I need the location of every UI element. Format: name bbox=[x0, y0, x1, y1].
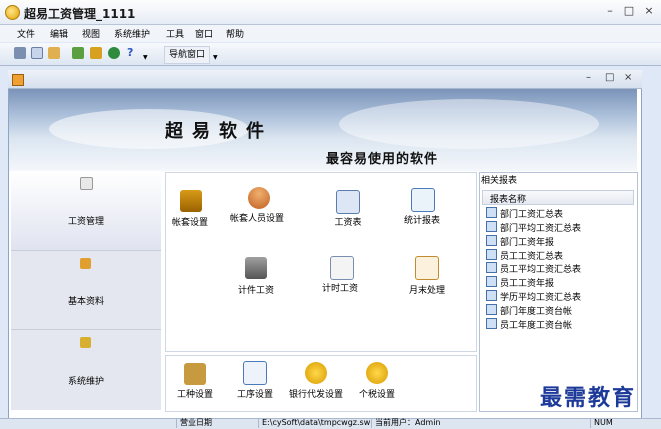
menu-edit[interactable]: 编辑 bbox=[50, 27, 68, 40]
account-person-icon[interactable] bbox=[248, 187, 270, 209]
child-window-icon bbox=[12, 74, 24, 86]
window-title: 超易工资管理_1111 bbox=[24, 7, 136, 21]
report-item-label: 员工年度工资台帐 bbox=[500, 321, 573, 331]
salary-table-label[interactable]: 工资表 bbox=[313, 218, 383, 228]
report-item[interactable]: 员工工资年报 bbox=[486, 276, 554, 289]
hammer-icon bbox=[80, 337, 91, 348]
nav-label-basic-data: 基本资料 bbox=[67, 297, 104, 307]
report-icon bbox=[486, 235, 497, 246]
statistics-label[interactable]: 统计报表 bbox=[387, 216, 457, 226]
account-set-icon[interactable] bbox=[180, 190, 202, 212]
reports-column-label: 报表名称 bbox=[490, 195, 527, 205]
process-icon[interactable] bbox=[243, 361, 267, 385]
report-item[interactable]: 学历平均工资汇总表 bbox=[486, 290, 581, 303]
report-item[interactable]: 员工工资汇总表 bbox=[486, 249, 563, 262]
report-icon bbox=[486, 276, 497, 287]
time-wage-label[interactable]: 计时工资 bbox=[305, 284, 375, 294]
report-icon bbox=[486, 304, 497, 315]
statistics-chart-icon[interactable] bbox=[411, 188, 435, 212]
tax-setting-label[interactable]: 个税设置 bbox=[342, 390, 412, 400]
folder-icon bbox=[80, 258, 91, 269]
report-item-label: 部门年度工资台帐 bbox=[500, 307, 573, 317]
cloud-decoration bbox=[339, 99, 599, 149]
menu-view[interactable]: 视图 bbox=[82, 27, 100, 40]
help-icon[interactable]: ? bbox=[127, 46, 133, 59]
child-maximize-button[interactable]: □ bbox=[605, 72, 614, 83]
chevron-down-icon[interactable]: ▼ bbox=[213, 54, 218, 61]
report-icon bbox=[486, 207, 497, 218]
copy-icon[interactable] bbox=[31, 47, 43, 59]
account-person-label[interactable]: 帐套人员设置 bbox=[222, 214, 292, 224]
hand-icon bbox=[80, 177, 93, 190]
menu-file[interactable]: 文件 bbox=[17, 27, 35, 40]
menu-window[interactable]: 窗口 bbox=[195, 27, 213, 40]
report-icon bbox=[486, 221, 497, 232]
report-item[interactable]: 员工年度工资台帐 bbox=[486, 318, 572, 331]
paste-icon[interactable] bbox=[48, 47, 60, 59]
salary-table-icon[interactable] bbox=[336, 190, 360, 214]
reports-title: 相关报表 bbox=[481, 176, 518, 186]
bank-coin-icon[interactable] bbox=[305, 362, 327, 384]
report-item[interactable]: 部门工资汇总表 bbox=[486, 207, 563, 220]
edit-icon[interactable] bbox=[90, 47, 102, 59]
nav-label-system: 系统维护 bbox=[67, 377, 104, 387]
menu-help[interactable]: 帮助 bbox=[226, 27, 244, 40]
child-title-bar bbox=[8, 70, 642, 89]
report-item-label: 员工平均工资汇总表 bbox=[500, 265, 582, 275]
status-num: NUM bbox=[590, 418, 613, 428]
report-item[interactable]: 部门平均工资汇总表 bbox=[486, 221, 581, 234]
menu-tools[interactable]: 工具 bbox=[166, 27, 184, 40]
minimize-button[interactable]: – bbox=[603, 5, 617, 18]
close-button[interactable]: × bbox=[642, 5, 656, 18]
banner-title: 超易软件 bbox=[165, 121, 273, 142]
child-minimize-button[interactable]: – bbox=[586, 72, 591, 83]
status-user: 当前用户：Admin bbox=[371, 418, 441, 428]
job-type-icon[interactable] bbox=[184, 363, 206, 385]
process-label[interactable]: 工序设置 bbox=[220, 390, 290, 400]
report-icon bbox=[486, 249, 497, 260]
report-item[interactable]: 部门年度工资台帐 bbox=[486, 304, 572, 317]
cut-icon[interactable] bbox=[14, 47, 26, 59]
report-item-label: 部门工资年报 bbox=[500, 238, 555, 248]
report-icon bbox=[486, 262, 497, 273]
watermark: 最需教育 bbox=[540, 385, 637, 411]
status-date: 营业日期 bbox=[176, 418, 212, 428]
report-item-label: 部门工资汇总表 bbox=[500, 210, 564, 220]
time-wage-icon[interactable] bbox=[330, 256, 354, 280]
globe-icon[interactable] bbox=[108, 47, 120, 59]
account-set-label[interactable]: 帐套设置 bbox=[155, 218, 225, 228]
piece-wage-label[interactable]: 计件工资 bbox=[221, 286, 291, 296]
nav-window-button[interactable]: 导航窗口 bbox=[164, 46, 211, 64]
report-icon bbox=[486, 290, 497, 301]
report-item-label: 学历平均工资汇总表 bbox=[500, 293, 582, 303]
report-item-label: 部门平均工资汇总表 bbox=[500, 224, 582, 234]
chevron-down-icon[interactable]: ▼ bbox=[143, 54, 148, 61]
report-item[interactable]: 部门工资年报 bbox=[486, 235, 554, 248]
banner-slogan: 最容易使用的软件 bbox=[326, 152, 439, 167]
report-item-label: 员工工资汇总表 bbox=[500, 252, 564, 262]
bank-setting-label[interactable]: 银行代发设置 bbox=[281, 390, 351, 400]
calendar-icon[interactable] bbox=[415, 256, 439, 280]
child-close-button[interactable]: × bbox=[624, 72, 632, 83]
menu-system[interactable]: 系统维护 bbox=[114, 27, 150, 40]
report-item[interactable]: 员工平均工资汇总表 bbox=[486, 262, 581, 275]
report-icon bbox=[486, 318, 497, 329]
month-end-label[interactable]: 月末处理 bbox=[392, 286, 462, 296]
nav-label-salary: 工资管理 bbox=[67, 217, 104, 227]
maximize-button[interactable]: □ bbox=[622, 5, 636, 18]
status-path: E:\cySoft\data\tmpcwgz.sw bbox=[258, 418, 370, 428]
refresh-icon[interactable] bbox=[72, 47, 84, 59]
tax-coin-icon[interactable] bbox=[366, 362, 388, 384]
piece-wage-icon[interactable] bbox=[245, 257, 267, 279]
report-item-label: 员工工资年报 bbox=[500, 279, 555, 289]
app-icon bbox=[5, 5, 20, 20]
banner bbox=[9, 89, 637, 171]
